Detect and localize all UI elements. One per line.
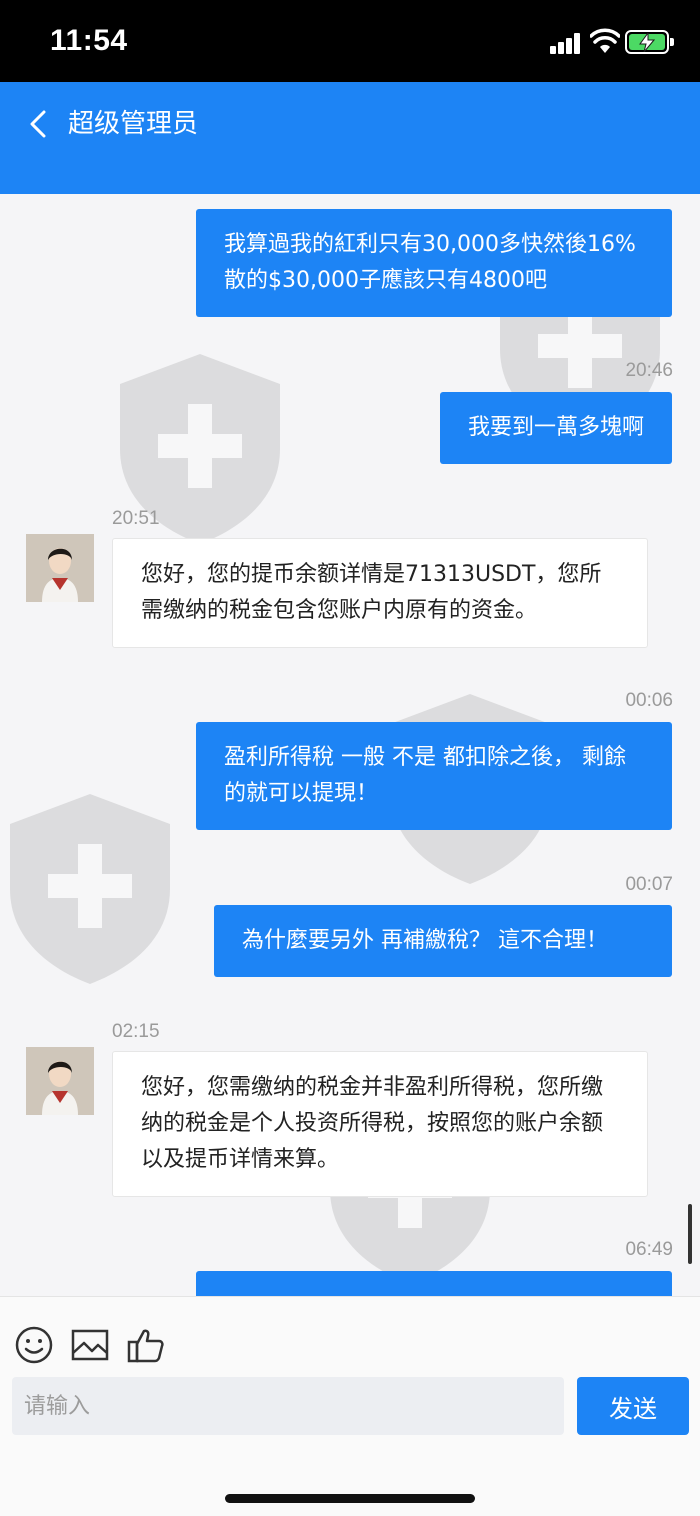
message-timestamp: 00:07 (625, 874, 673, 895)
home-indicator[interactable] (225, 1494, 475, 1503)
thumbs-up-icon[interactable] (126, 1325, 166, 1365)
message-text: 您好，您的提币余额详情是71313USDT，您所需缴纳的税金包含您账户内原有的资… (141, 562, 602, 623)
message-timestamp: 20:51 (112, 508, 160, 529)
back-chevron-icon (30, 110, 46, 138)
message-bubble-incoming[interactable]: 您好，您的提币余额详情是71313USDT，您所需缴纳的税金包含您账户内原有的资… (112, 538, 648, 648)
battery-charging-icon (625, 30, 674, 54)
message-timestamp: 02:15 (112, 1021, 160, 1042)
image-icon[interactable] (70, 1325, 110, 1365)
status-bar: 11:54 (0, 0, 700, 82)
message-timestamp: 06:49 (625, 1239, 673, 1260)
send-button[interactable]: 发送 (577, 1377, 689, 1435)
message-text: 我算過我的紅利只有30,000多快然後16%散的$30,000子應該只有4800… (224, 232, 636, 293)
agent-avatar[interactable] (26, 1047, 94, 1115)
message-composer: 发送 (0, 1296, 700, 1516)
message-text: 我要到一萬多塊啊 (467, 415, 644, 440)
message-timestamp: 00:06 (625, 690, 673, 711)
message-input[interactable] (12, 1377, 564, 1435)
cellular-signal-icon (550, 32, 582, 54)
message-text: 您好，您需缴纳的税金并非盈利所得税，您所缴纳的税金是个人投资所得税，按照您的账户… (141, 1075, 604, 1172)
message-text: 為什麼要另外 再補繳稅？ 這不合理！ (242, 928, 608, 953)
message-bubble-outgoing[interactable]: 盈利所得稅 一般 不是 都扣除之後， 剩餘的就可以提現！ (196, 722, 672, 830)
message-bubble-outgoing[interactable]: 我算過我的紅利只有30,000多快然後16%散的$30,000子應該只有4800… (196, 209, 672, 317)
chat-title: 超级管理员 (68, 109, 199, 139)
message-text: 盈利所得稅 一般 不是 都扣除之後， 剩餘的就可以提現！ (224, 745, 626, 806)
status-time: 11:54 (50, 24, 128, 57)
scroll-indicator[interactable] (688, 1204, 692, 1264)
message-bubble-outgoing[interactable] (196, 1271, 672, 1296)
wifi-icon (590, 28, 620, 53)
message-timestamp: 20:46 (625, 360, 673, 381)
back-button[interactable] (24, 104, 56, 144)
message-bubble-outgoing[interactable]: 我要到一萬多塊啊 (439, 392, 672, 464)
chat-message-list[interactable]: 我算過我的紅利只有30,000多快然後16%散的$30,000子應該只有4800… (0, 194, 700, 1296)
agent-avatar[interactable] (26, 534, 94, 602)
message-bubble-outgoing[interactable]: 為什麼要另外 再補繳稅？ 這不合理！ (214, 905, 672, 977)
nav-bar: 超级管理员 (0, 82, 700, 194)
message-bubble-incoming[interactable]: 您好，您需缴纳的税金并非盈利所得税，您所缴纳的税金是个人投资所得税，按照您的账户… (112, 1051, 648, 1197)
emoji-icon[interactable] (14, 1325, 54, 1365)
watermark-shield-icon (10, 794, 170, 984)
